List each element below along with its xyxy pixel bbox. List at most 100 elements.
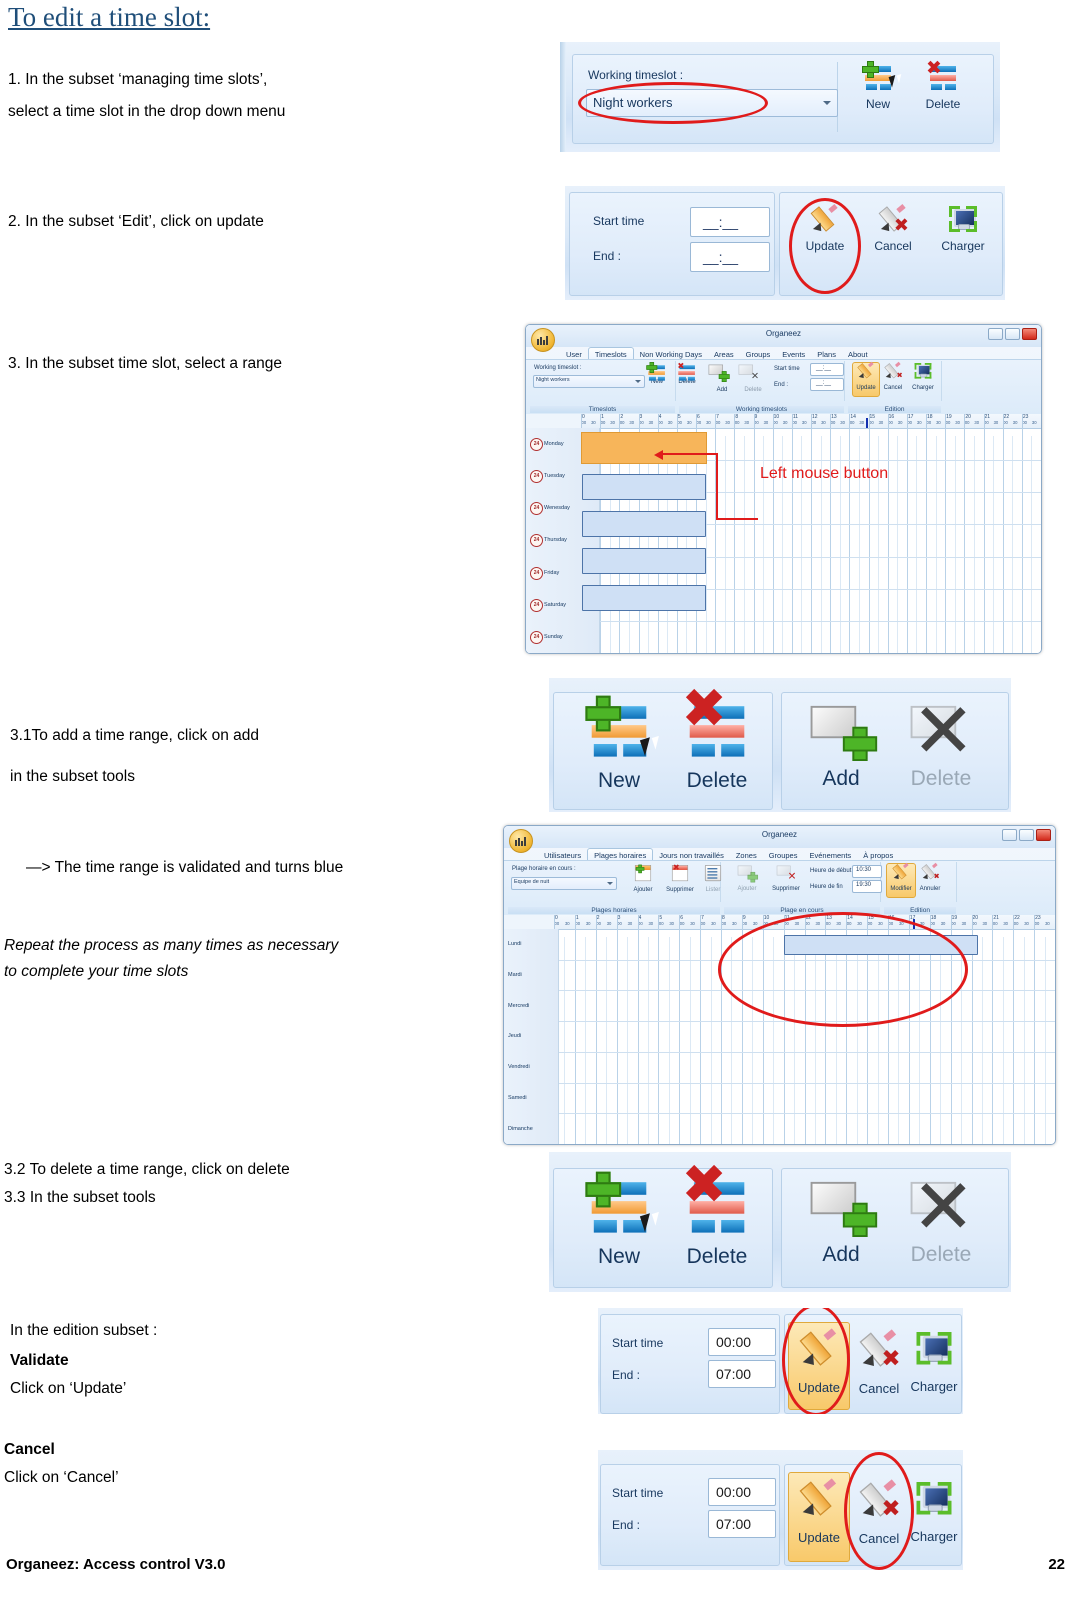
app-update-button[interactable]: Update [852, 361, 880, 397]
monitor-icon [916, 1332, 952, 1365]
half-hour-label: 00 [677, 420, 682, 425]
update-button[interactable]: Update [793, 204, 857, 253]
half-hour-label: 00 [696, 420, 702, 425]
upd-update-button[interactable]: Update [788, 1322, 850, 1410]
fr-lister-label: Lister [705, 887, 721, 893]
tools-delete-range-button[interactable]: ✕ Delete [893, 695, 989, 791]
upd-end-value: 07:00 [716, 1366, 752, 1382]
window-titlebar: Organeez [526, 325, 1041, 347]
fr-heure-fin-label: Heure de fin [810, 884, 843, 890]
fr-supprimer-plage-button[interactable]: ✕ Supprimer [766, 865, 806, 892]
app-cancel-button[interactable]: ✖ Cancel [880, 361, 906, 391]
cnl-update-button[interactable]: Update [788, 1472, 850, 1562]
half-hour-label: 30 [955, 420, 960, 425]
close-button[interactable] [1022, 328, 1037, 340]
pencil-icon [810, 204, 838, 235]
app-add-button[interactable]: Add [708, 364, 736, 393]
footer-left: Organeez: Access control V3.0 [6, 1556, 226, 1573]
day-row[interactable]: Samedi [504, 1082, 1055, 1115]
app-delete-range-button[interactable]: ✕ Delete [738, 364, 768, 393]
half-hour-label: 30 [993, 420, 999, 425]
cancel-title: Cancel [4, 1441, 55, 1458]
day-24h-badge[interactable]: 24 [530, 630, 543, 644]
delete-timeslot-button[interactable]: ✖ Delete [912, 59, 974, 112]
tools2-add-button[interactable]: Add [799, 1180, 883, 1267]
half-hour-label: 00 [1003, 420, 1008, 425]
cnl-start-value: 00:00 [716, 1484, 752, 1500]
timeslot-grid-en[interactable]: 0 00 30 1 00 30 2 00 30 3 00 30 4 00 30 5 00 30 6 00 30 7 00 30… [526, 414, 1041, 653]
half-hour-label: 00 [888, 420, 893, 425]
timeslot-grid-fr[interactable]: 0 00 30 1 00 30 2 00 30 3 00 30 4 00 30 5 00 30 6 00 30 7 00 30… [504, 915, 1055, 1144]
start-time-value: __:__ [703, 214, 739, 230]
minimize-button[interactable] [988, 328, 1003, 340]
edition-subset-intro: In the edition subset : [10, 1322, 158, 1339]
fr-lister-button[interactable]: Lister [700, 865, 726, 893]
half-hour-label: 00 [930, 921, 935, 926]
tools-add-button[interactable]: Add [799, 704, 883, 791]
cancel-button[interactable]: ✖ Cancel [861, 204, 925, 253]
end-time-value: __:__ [703, 249, 739, 265]
app-charger-button[interactable]: Charger [908, 363, 938, 391]
group-caption-edition-fr: Edition [884, 907, 956, 914]
maximize-button[interactable] [1005, 328, 1020, 340]
range-bar-wenesday[interactable] [582, 511, 706, 537]
minimize-button[interactable] [1002, 829, 1017, 841]
fr-heure-fin-value: 19:30 [856, 882, 872, 888]
fr-ajouter-label: Ajouter [633, 887, 653, 893]
day-row[interactable]: Vendredi [504, 1051, 1055, 1084]
tools-delete-button[interactable]: ✖ Delete [671, 683, 763, 793]
range-bar-friday[interactable] [582, 585, 706, 611]
fr-modifier-button[interactable]: Modifier [886, 862, 916, 898]
maximize-button[interactable] [1019, 829, 1034, 841]
tools2-delete-range-button[interactable]: ✕ Delete [893, 1171, 989, 1267]
fr-ajouter-plage-button[interactable]: Ajouter [730, 865, 764, 892]
cnl-cancel-button[interactable]: ✖ Cancel [850, 1474, 908, 1546]
range-bar-tuesday[interactable] [582, 474, 706, 500]
pencil-cancel-icon: ✖ [884, 361, 903, 381]
day-row[interactable]: Dimanche [504, 1113, 1055, 1144]
upd-charger-button[interactable]: Charger [906, 1324, 962, 1394]
fr-annuler-button[interactable]: ✖ Annuler [916, 862, 944, 892]
delete-timeslot-icon: ✖ [677, 361, 695, 381]
app-new-button[interactable]: New [644, 362, 670, 385]
selection-orange-monday[interactable] [581, 432, 707, 464]
upd-cancel-label: Cancel [858, 1381, 900, 1396]
delete-timeslot-icon: ✖ [681, 1159, 749, 1233]
charger-button[interactable]: Charger [929, 206, 997, 253]
day-row[interactable]: Jeudi [504, 1021, 1055, 1053]
cancel-text: Click on ‘Cancel’ [4, 1469, 119, 1486]
end-time-label: End : [593, 249, 622, 263]
half-hour-label: 00 [888, 921, 894, 926]
annotation-line-horizontal [661, 453, 718, 455]
half-hour-label: 00 [846, 921, 852, 926]
upd-cancel-button[interactable]: ✖ Cancel [850, 1324, 908, 1396]
app-timeslot-combo-value: Night workers [536, 377, 570, 383]
range-bar-thursday[interactable] [582, 548, 706, 574]
half-hour-label: 30 [610, 420, 615, 425]
step-2: 2. In the subset ‘Edit’, click on update [8, 213, 264, 230]
fr-supprimer-button[interactable]: ✖ Supprimer [660, 863, 700, 893]
half-hour-label: 00 [734, 420, 740, 425]
day-24h-badge[interactable]: 24 [530, 566, 543, 580]
step-1-line-1: 1. In the subset ‘managing time slots’, [8, 71, 268, 88]
range-bar-lundi[interactable] [784, 935, 978, 955]
new-timeslot-button[interactable]: New [850, 61, 906, 111]
add-calendar-icon [634, 864, 652, 882]
day-row[interactable]: Sunday 24 [526, 620, 1041, 653]
day-24h-badge[interactable]: 24 [530, 598, 543, 612]
fr-ajouter-button[interactable]: Ajouter [626, 864, 660, 893]
tools2-delete-button[interactable]: ✖ Delete [671, 1159, 763, 1269]
half-hour-label: 00 [972, 921, 977, 926]
cnl-charger-button[interactable]: Charger [906, 1474, 962, 1544]
add-range-icon [708, 364, 730, 382]
day-row[interactable]: Mardi [504, 959, 1055, 992]
new-timeslot-label: New [865, 97, 890, 111]
half-hour-label: 30 [782, 420, 788, 425]
close-button[interactable] [1036, 829, 1051, 841]
screenshot-edition-cancel: Start time End : 00:00 07:00 Update ✖ Ca… [598, 1450, 963, 1570]
half-hour-label: 00 [984, 420, 989, 425]
day-row[interactable]: Mercredi [504, 990, 1055, 1023]
new-timeslot-icon [585, 1171, 651, 1233]
app-delete-button[interactable]: ✖ Delete [672, 361, 702, 385]
day-24h-badge[interactable]: 24 [530, 438, 543, 452]
